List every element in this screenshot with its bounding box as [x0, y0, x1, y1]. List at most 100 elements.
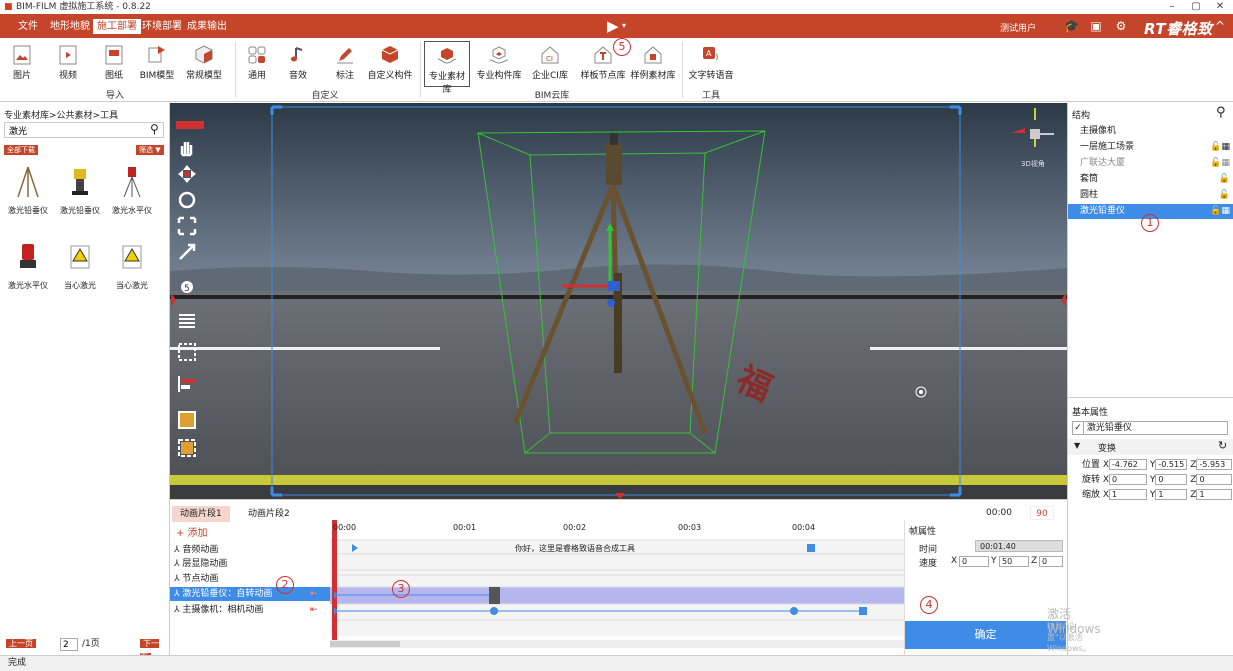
search-icon[interactable]: ⚲: [150, 122, 159, 136]
custom-component-button[interactable]: 自定义构件: [365, 44, 415, 84]
track-camera[interactable]: ⅄ 主摄像机：相机动画 ⇤: [170, 603, 330, 617]
annotate-button[interactable]: 标注: [331, 44, 359, 84]
expand-icon[interactable]: [176, 241, 198, 263]
chevron-up-icon[interactable]: ^: [1213, 20, 1227, 32]
bim-model-button[interactable]: BIM模型: [137, 44, 177, 84]
drawing-button[interactable]: 图纸: [100, 44, 128, 84]
pan-hand-icon[interactable]: [176, 137, 198, 159]
document-icon[interactable]: ▣: [1089, 20, 1103, 32]
user-name[interactable]: 测试用户: [1000, 21, 1036, 34]
confirm-button[interactable]: 确定: [905, 621, 1066, 649]
transform-header[interactable]: ▼ 变换 ↻: [1068, 439, 1233, 455]
view-mode-label[interactable]: 3D视角: [1021, 159, 1045, 169]
minimize-button[interactable]: –: [1162, 0, 1182, 14]
play-icon[interactable]: ▶: [607, 18, 619, 34]
asset-laser-warning-1[interactable]: 当心激光: [56, 240, 104, 300]
step-icon[interactable]: 5: [176, 275, 198, 297]
rotation-x-input[interactable]: 0: [1109, 474, 1148, 485]
rotation-y-input[interactable]: 0: [1155, 474, 1188, 485]
tree-item-cylinder[interactable]: 圆柱 🔓: [1068, 188, 1233, 203]
lock-icon[interactable]: 🔓: [1219, 188, 1230, 203]
image-button[interactable]: 图片: [8, 44, 36, 84]
pro-material-lib-button[interactable]: 专业素材库: [424, 41, 470, 95]
close-button[interactable]: ✕: [1210, 0, 1230, 14]
search-icon[interactable]: ⚲: [1216, 105, 1226, 120]
audio-clip[interactable]: 你好，这里是睿格致语音合成工具: [515, 543, 635, 554]
search-input[interactable]: [4, 122, 164, 138]
add-track-button[interactable]: + 添加: [176, 524, 208, 539]
asset-laser-plummet-1[interactable]: 激光铅垂仪: [4, 165, 52, 225]
scale-z-input[interactable]: 1: [1196, 489, 1233, 500]
position-x-input[interactable]: -4.762: [1109, 459, 1148, 470]
group-select-icon[interactable]: [176, 409, 198, 431]
frame-select-icon[interactable]: [176, 341, 198, 363]
move-icon[interactable]: [176, 163, 198, 185]
page-number-input[interactable]: [60, 638, 78, 651]
position-y-input[interactable]: -0.515: [1155, 459, 1188, 470]
sound-button[interactable]: 音效: [284, 44, 312, 84]
video-button[interactable]: 视频: [54, 44, 82, 84]
gear-icon[interactable]: ⚙: [1114, 20, 1128, 32]
tree-item-sleeve[interactable]: 套筒 🔓: [1068, 172, 1233, 187]
tree-item-building[interactable]: 广联达大厦 🔓▦: [1068, 156, 1233, 171]
rotate-icon[interactable]: [176, 189, 198, 211]
tab-clip-2[interactable]: 动画片段2: [240, 506, 298, 522]
reset-icon[interactable]: ↻: [1218, 439, 1227, 452]
position-z-input[interactable]: -5.953: [1196, 459, 1233, 470]
asset-laser-plummet-2[interactable]: 激光铅垂仪: [56, 165, 104, 225]
lock-icon[interactable]: 🔓▦: [1210, 204, 1230, 219]
speed-z-input[interactable]: 0: [1039, 556, 1063, 567]
next-page-button[interactable]: 下一页: [140, 637, 169, 662]
scale-x-input[interactable]: 1: [1109, 489, 1148, 500]
scale-y-input[interactable]: 1: [1155, 489, 1188, 500]
tree-item-main-camera[interactable]: 主摄像机: [1068, 124, 1233, 139]
track-node[interactable]: ⅄ 节点动画: [170, 572, 330, 586]
filter-button[interactable]: 筛选 ▼: [136, 145, 164, 155]
tree-item-scene[interactable]: 一层施工场景 🔓▦: [1068, 140, 1233, 155]
sample-material-lib-button[interactable]: 样例素材库: [629, 44, 677, 84]
scale-icon[interactable]: [176, 215, 198, 237]
visible-checkbox[interactable]: ✓: [1073, 422, 1084, 434]
speed-x-input[interactable]: 0: [959, 556, 989, 567]
enterprise-ci-lib-button[interactable]: CI 企业CI库: [530, 44, 570, 84]
asset-laser-warning-2[interactable]: 当心激光: [108, 240, 156, 300]
track-laser-rotation[interactable]: ⅄ 激光铅垂仪：自转动画 ⇤: [170, 587, 330, 601]
maximize-button[interactable]: ▢: [1186, 0, 1206, 14]
layers-icon[interactable]: [176, 309, 198, 331]
pro-component-lib-button[interactable]: 专业构件库: [475, 44, 523, 84]
asset-laser-level-1[interactable]: 激光水平仪: [108, 165, 156, 225]
text-to-speech-button[interactable]: A 文字转语音: [686, 44, 736, 84]
menu-output[interactable]: 成果输出: [183, 19, 231, 34]
align-left-icon[interactable]: [176, 373, 198, 395]
prev-page-button[interactable]: 上一页: [6, 637, 36, 651]
asset-laser-level-2[interactable]: 激光水平仪: [4, 240, 52, 300]
rotation-z-input[interactable]: 0: [1196, 474, 1233, 485]
pin-icon[interactable]: ⇤: [310, 603, 318, 617]
track-layer-visibility[interactable]: ⅄ 层显隐动画: [170, 557, 330, 571]
object-name-field[interactable]: ✓ 激光铅垂仪: [1072, 421, 1228, 435]
track-audio[interactable]: ⅄ 音频动画: [170, 543, 330, 557]
menu-construction[interactable]: 施工部署: [93, 19, 141, 34]
speed-y-input[interactable]: 50: [999, 556, 1029, 567]
3d-viewport[interactable]: 福 3D视角 5: [170, 103, 1067, 499]
frame-time-input[interactable]: 00:01.40: [975, 540, 1063, 552]
chevron-down-icon[interactable]: ▾: [622, 21, 626, 30]
download-all-button[interactable]: 全部下载: [4, 145, 38, 155]
timeline-ruler[interactable]: [330, 520, 904, 656]
general-model-button[interactable]: 常规模型: [184, 44, 224, 84]
ungroup-icon[interactable]: [176, 437, 198, 459]
tab-clip-1[interactable]: 动画片段1: [172, 506, 230, 522]
lock-icon[interactable]: 🔓: [1219, 172, 1230, 187]
lock-icon[interactable]: 🔓▦: [1210, 140, 1230, 155]
graduation-cap-icon[interactable]: 🎓: [1064, 20, 1079, 32]
frame-count[interactable]: 90: [1030, 506, 1054, 520]
menu-file[interactable]: 文件: [14, 19, 42, 34]
common-button[interactable]: 通用: [243, 44, 271, 84]
lock-icon[interactable]: 🔓▦: [1210, 156, 1230, 171]
scene-render[interactable]: 福: [170, 103, 1067, 499]
pin-icon[interactable]: ⇤: [310, 587, 318, 601]
menu-environment[interactable]: 环境部署: [138, 19, 186, 34]
collapse-icon[interactable]: ▼: [1074, 441, 1080, 450]
collapse-toolbar-button[interactable]: [176, 121, 204, 129]
menu-terrain[interactable]: 地形地貌: [46, 19, 94, 34]
